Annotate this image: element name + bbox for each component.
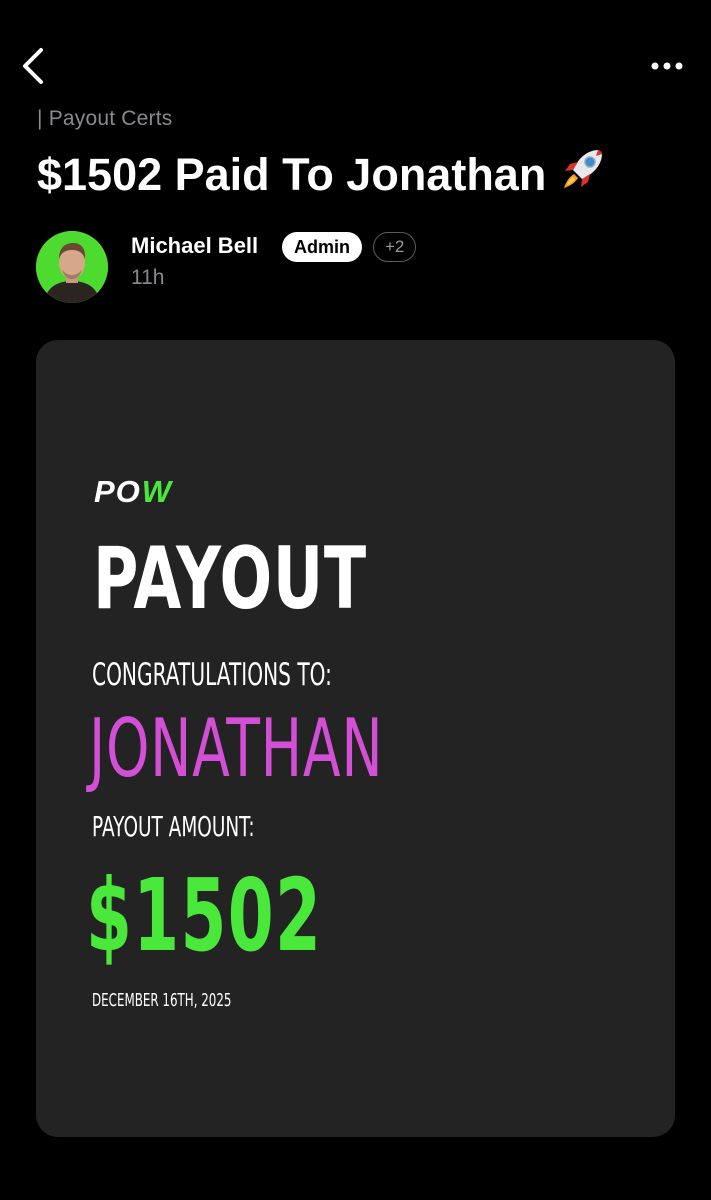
- author-name[interactable]: Michael Bell: [131, 233, 258, 259]
- certificate-date: DECEMBER 16TH, 2025: [92, 990, 232, 1011]
- more-horizontal-icon: [651, 62, 683, 70]
- rocket-emoji: [558, 144, 608, 205]
- payout-certificate-image[interactable]: PO W PAYOUT CONGRATULATIONS TO: JONATHAN…: [36, 340, 675, 1137]
- post-title-text: $1502 Paid To Jonathan: [37, 148, 547, 200]
- rocket-icon: [564, 150, 603, 188]
- author-avatar[interactable]: [36, 231, 108, 303]
- chevron-left-icon: [23, 48, 43, 84]
- pow-logo: PO W: [94, 474, 172, 510]
- recipient-name: JONATHAN: [89, 702, 384, 795]
- pow-logo-po: PO: [94, 474, 141, 509]
- admin-badge: Admin: [282, 232, 362, 262]
- pow-logo-w: W: [141, 474, 173, 509]
- congrats-label: CONGRATULATIONS TO:: [92, 657, 332, 693]
- post-category[interactable]: | Payout Certs: [37, 107, 172, 131]
- payout-amount: $1502: [86, 857, 323, 974]
- payout-amount-label: PAYOUT AMOUNT:: [92, 810, 255, 843]
- post-timestamp: 11h: [131, 266, 165, 289]
- certificate-heading: PAYOUT: [93, 529, 367, 629]
- avatar-portrait: [36, 231, 108, 303]
- more-options-button[interactable]: [645, 52, 689, 80]
- post-title: $1502 Paid To Jonathan: [37, 144, 608, 205]
- back-button[interactable]: [12, 44, 52, 88]
- more-badges-pill[interactable]: +2: [373, 232, 417, 262]
